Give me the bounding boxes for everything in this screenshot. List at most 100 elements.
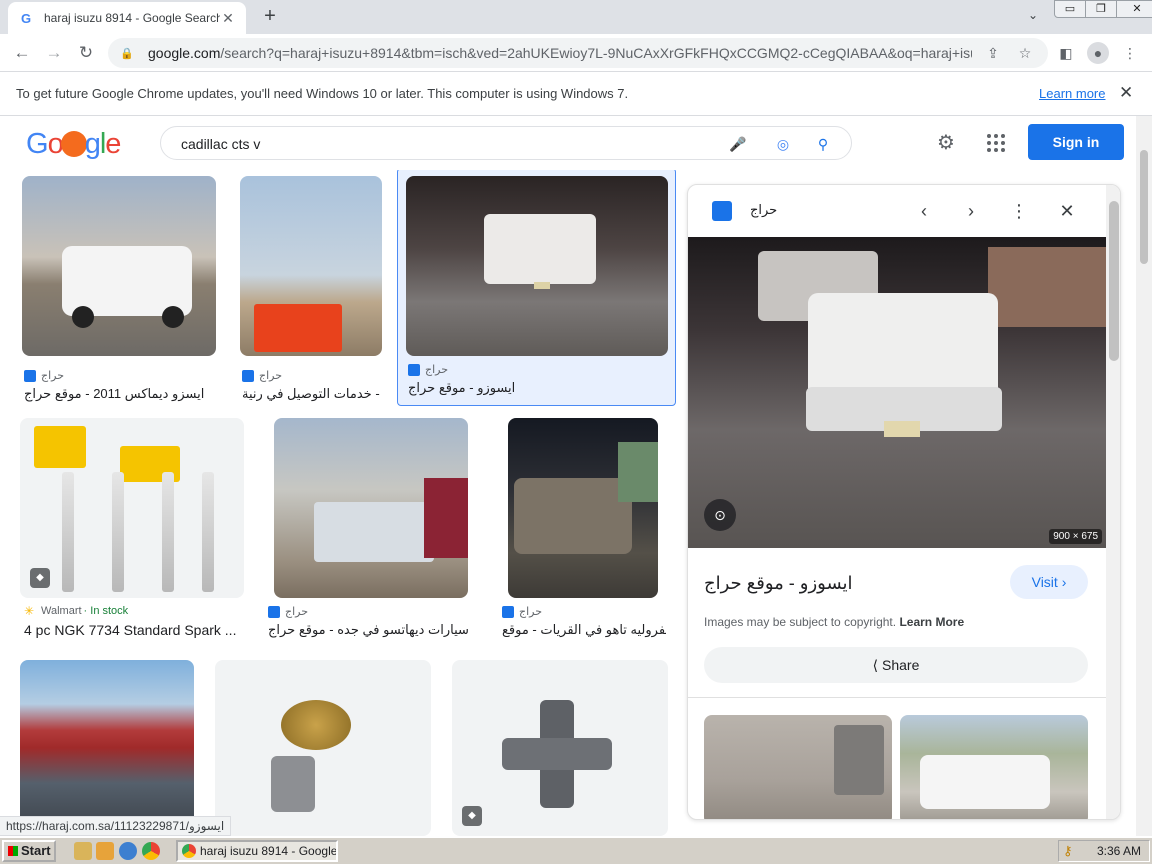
close-infobar-icon[interactable]: ✕ bbox=[1119, 83, 1133, 103]
internet-explorer-icon[interactable] bbox=[119, 842, 137, 860]
preview-site-name[interactable]: حراج bbox=[750, 202, 777, 218]
image-result-card[interactable]: حراج خدمات التوصيل في رنية - ... bbox=[240, 176, 384, 404]
image-result-card[interactable] bbox=[20, 660, 196, 836]
result-caption[interactable]: سيارات ديهاتسو في جده - موقع حراج bbox=[268, 622, 476, 638]
result-caption[interactable]: ايسزو ديماكس 2011 - موقع حراج bbox=[24, 386, 218, 402]
result-image[interactable] bbox=[22, 176, 216, 356]
image-dimensions: 900 × 675 bbox=[1049, 529, 1102, 544]
preview-scrollbar[interactable] bbox=[1106, 185, 1120, 819]
learn-more-link[interactable]: Learn more bbox=[1039, 86, 1105, 101]
image-result-card[interactable]: حراج ايسزو ديماكس 2011 - موقع حراج bbox=[22, 176, 218, 404]
page-scrollbar[interactable] bbox=[1136, 116, 1152, 836]
chrome-icon bbox=[182, 844, 196, 858]
url-domain: google.com bbox=[148, 45, 221, 61]
image-result-card-selected[interactable]: حراج ايسوزو - موقع حراج bbox=[397, 170, 676, 406]
minimize-button[interactable]: ▭ bbox=[1054, 0, 1086, 18]
related-image[interactable] bbox=[900, 715, 1088, 819]
haraj-favicon-icon bbox=[24, 369, 36, 382]
result-caption[interactable]: خدمات التوصيل في رنية - ... bbox=[242, 386, 384, 402]
window-controls: ▭ ❐ ✕ bbox=[1054, 0, 1152, 18]
image-result-card[interactable] bbox=[215, 660, 433, 836]
google-header: Gogle 🎤 ◎ ⚲ ⚙ Sign in bbox=[0, 116, 1136, 170]
result-caption[interactable]: شيفروليه تاهو في القريات - موقع... bbox=[502, 622, 666, 638]
next-chevron-icon[interactable]: › bbox=[959, 199, 983, 223]
result-image[interactable] bbox=[406, 176, 668, 356]
image-preview-panel: حراج ‹ › ⋮ ✕ ⊙ 900 × 675 ايسوزو - موقع ح… bbox=[687, 184, 1121, 820]
image-result-card[interactable]: حراج سيارات ديهاتسو في جده - موقع حراج bbox=[264, 418, 478, 640]
close-tab-icon[interactable]: ✕ bbox=[220, 10, 236, 27]
haraj-favicon-icon bbox=[502, 605, 514, 618]
result-image[interactable] bbox=[508, 418, 658, 598]
result-image[interactable]: ◆ bbox=[452, 660, 668, 836]
result-caption[interactable]: ايسوزو - موقع حراج bbox=[408, 380, 668, 396]
result-source: حراج bbox=[502, 605, 542, 618]
address-bar[interactable]: 🔒 google.com/search?q=haraj+isuzu+8914&t… bbox=[108, 38, 1048, 68]
preview-title[interactable]: ايسوزو - موقع حراج bbox=[704, 573, 853, 594]
close-window-button[interactable]: ✕ bbox=[1116, 0, 1152, 18]
explorer-icon[interactable] bbox=[74, 842, 92, 860]
visit-label: Visit bbox=[1031, 574, 1058, 590]
infobar-message: To get future Google Chrome updates, you… bbox=[16, 86, 629, 101]
key-icon[interactable]: ⚷ bbox=[1063, 843, 1079, 859]
copyright-learn-more-link[interactable]: Learn More bbox=[899, 615, 964, 629]
bookmark-star-icon[interactable]: ☆ bbox=[1014, 45, 1036, 62]
scrollbar-thumb[interactable] bbox=[1140, 150, 1148, 264]
product-tag-icon: ◆ bbox=[462, 806, 482, 826]
google-doodle-logo[interactable]: Go gle bbox=[26, 128, 121, 161]
image-result-card[interactable]: ◆ ✳ Walmart · In stock 4 pc NGK 7734 Stand… bbox=[20, 418, 246, 640]
share-button[interactable]: ⟨ Share bbox=[704, 647, 1088, 683]
preview-header: حراج ‹ › ⋮ ✕ bbox=[688, 185, 1120, 237]
close-preview-icon[interactable]: ✕ bbox=[1055, 199, 1079, 223]
search-input[interactable] bbox=[181, 134, 701, 154]
taskbar-chrome-window[interactable]: haraj isuzu 8914 - Google... bbox=[176, 840, 338, 862]
settings-gear-icon[interactable]: ⚙ bbox=[934, 131, 958, 155]
side-panel-icon[interactable]: ◧ bbox=[1055, 42, 1077, 64]
result-image[interactable] bbox=[20, 660, 194, 836]
result-image[interactable] bbox=[274, 418, 468, 598]
search-icon[interactable]: ⚲ bbox=[812, 134, 834, 154]
tab-search-icon[interactable]: ⌄ bbox=[1024, 8, 1042, 26]
result-image[interactable] bbox=[240, 176, 382, 356]
result-source: حراج bbox=[408, 363, 448, 376]
browser-tab[interactable]: G haraj isuzu 8914 - Google Search ✕ bbox=[8, 2, 246, 34]
start-button[interactable]: Start bbox=[2, 840, 56, 862]
lock-icon: 🔒 bbox=[120, 47, 134, 60]
share-page-icon[interactable]: ⇪ bbox=[982, 45, 1004, 62]
related-image[interactable] bbox=[704, 715, 892, 819]
result-image[interactable] bbox=[215, 660, 431, 836]
result-image[interactable]: ◆ bbox=[20, 418, 244, 598]
image-result-card[interactable]: ◆ bbox=[452, 660, 670, 836]
forward-arrow-icon[interactable]: → bbox=[42, 41, 66, 65]
result-caption[interactable]: 4 pc NGK 7734 Standard Spark ... bbox=[24, 622, 246, 638]
visit-button[interactable]: Visit › bbox=[1010, 565, 1088, 599]
more-options-icon[interactable]: ⋮ bbox=[1007, 199, 1031, 223]
result-source: ✳ Walmart · In stock bbox=[24, 605, 128, 617]
lens-search-icon[interactable]: ◎ bbox=[772, 134, 794, 154]
scrollbar-thumb[interactable] bbox=[1109, 201, 1119, 361]
menu-kebab-icon[interactable]: ⋮ bbox=[1119, 42, 1141, 64]
profile-avatar-icon[interactable]: ● bbox=[1087, 42, 1109, 64]
search-box: 🎤 ◎ ⚲ bbox=[160, 126, 852, 160]
preview-image[interactable]: ⊙ 900 × 675 bbox=[688, 237, 1106, 548]
back-arrow-icon[interactable]: ← bbox=[10, 41, 34, 65]
url-text[interactable]: google.com/search?q=haraj+isuzu+8914&tbm… bbox=[148, 45, 972, 61]
chrome-icon[interactable] bbox=[142, 842, 160, 860]
voice-search-icon[interactable]: 🎤 bbox=[727, 134, 749, 154]
previous-chevron-icon[interactable]: ‹ bbox=[912, 199, 936, 223]
update-infobar: To get future Google Chrome updates, you… bbox=[0, 72, 1152, 116]
result-source: حراج bbox=[242, 369, 282, 382]
image-results-grid: حراج ايسزو ديماكس 2011 - موقع حراج حراج … bbox=[0, 170, 684, 836]
google-favicon-icon: G bbox=[20, 10, 32, 26]
source-name: حراج bbox=[259, 370, 283, 382]
copyright-text: Images may be subject to copyright. bbox=[704, 615, 897, 629]
lens-search-image-icon[interactable]: ⊙ bbox=[704, 499, 736, 531]
source-name: حراج bbox=[519, 606, 543, 618]
media-player-icon[interactable] bbox=[96, 842, 114, 860]
image-result-card[interactable]: حراج شيفروليه تاهو في القريات - موقع... bbox=[498, 418, 668, 640]
clock[interactable]: 3:36 AM bbox=[1097, 841, 1141, 861]
restore-button[interactable]: ❐ bbox=[1085, 0, 1117, 18]
reload-icon[interactable]: ↻ bbox=[74, 41, 98, 65]
new-tab-button[interactable]: + bbox=[258, 5, 282, 29]
google-apps-icon[interactable] bbox=[985, 132, 1007, 154]
sign-in-button[interactable]: Sign in bbox=[1028, 124, 1124, 160]
